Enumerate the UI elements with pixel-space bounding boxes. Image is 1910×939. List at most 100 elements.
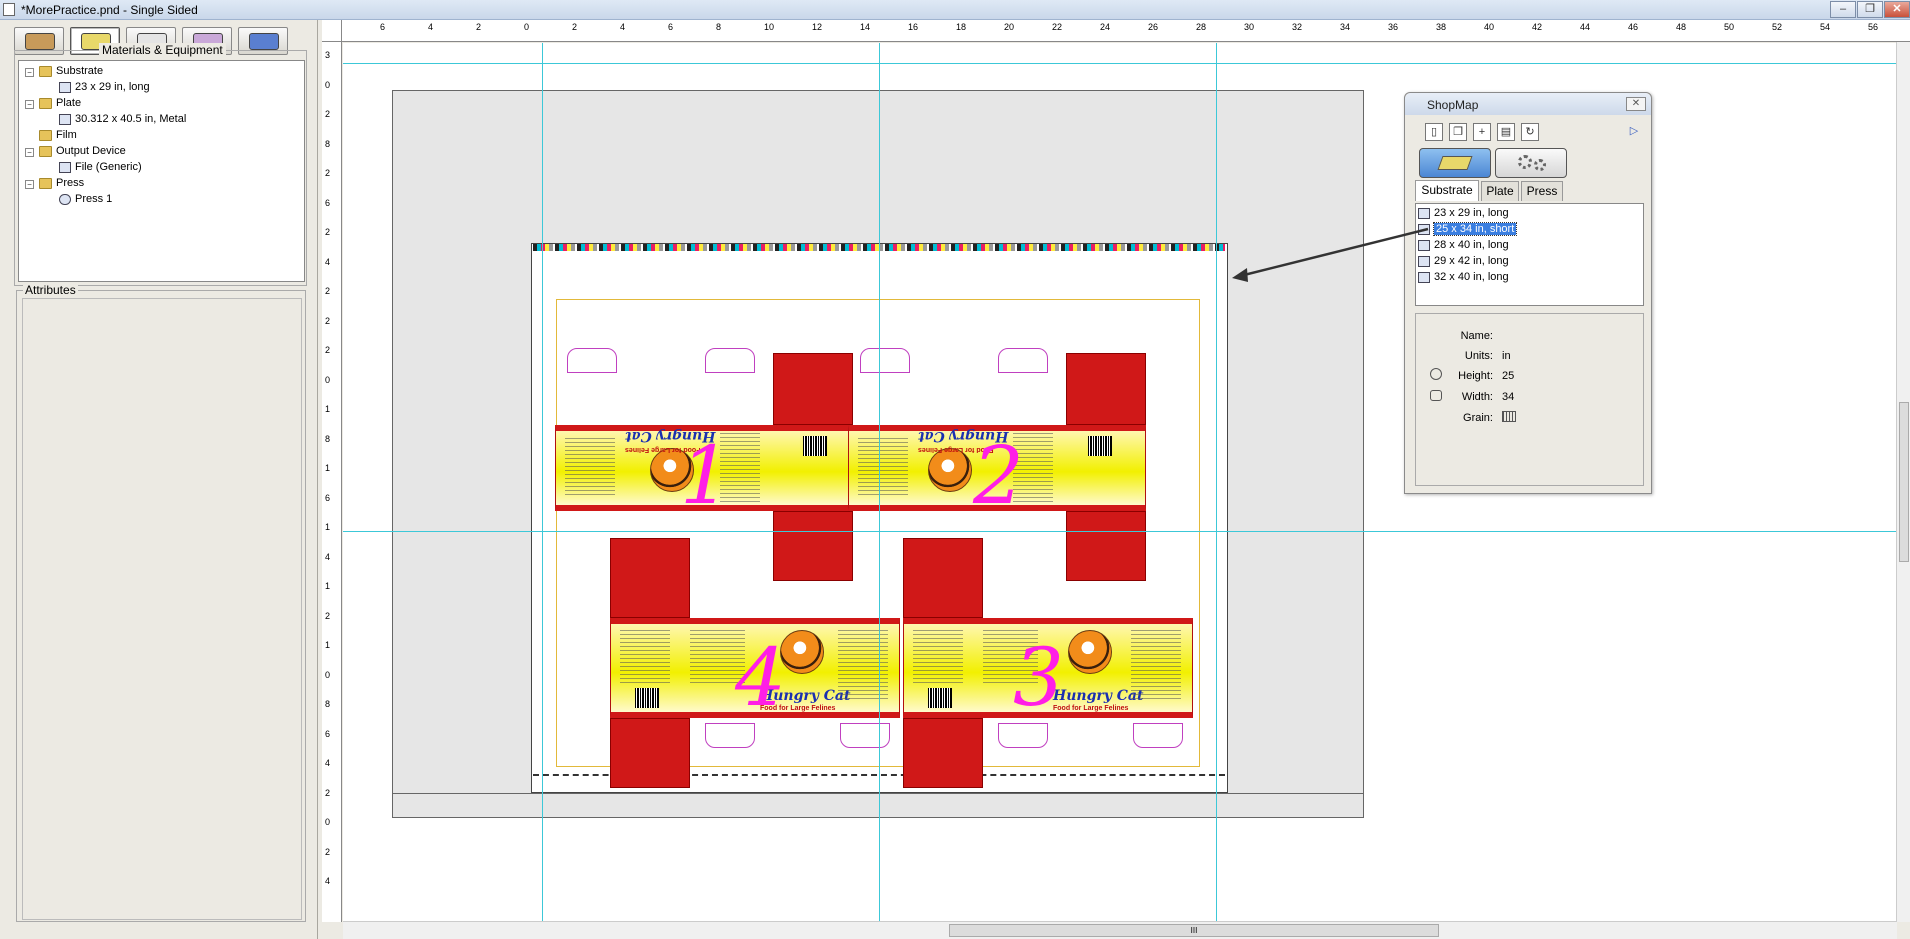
ruler-corner	[322, 20, 342, 42]
ruler-tick-label: 20	[1004, 22, 1015, 32]
collapse-toggle[interactable]: −	[25, 180, 34, 189]
tree-node-film[interactable]: Film	[39, 127, 77, 143]
vertical-scrollbar[interactable]	[1896, 42, 1910, 922]
carton-red-panel	[903, 718, 983, 788]
tree-node-label: 30.312 x 40.5 in, Metal	[75, 113, 187, 125]
ruler-tick-label: 40	[1484, 22, 1495, 32]
vertical-guide[interactable]	[879, 43, 880, 921]
tree-node-plate[interactable]: Plate	[39, 95, 81, 111]
list-item[interactable]: 23 x 29 in, long	[1418, 206, 1509, 221]
carton-text-block	[565, 438, 615, 498]
layout-canvas[interactable]: Hungry Cat Food for Large Felines 1 Hung…	[343, 43, 1897, 921]
materials-tree[interactable]: − Substrate 23 x 29 in, long − Plate 30.…	[18, 60, 305, 282]
carton-text-block	[1131, 630, 1181, 700]
tiger-logo-icon	[780, 630, 824, 674]
barcode-icon	[928, 688, 952, 708]
equipment-mode-button[interactable]	[1495, 148, 1567, 178]
tree-node-substrate[interactable]: Substrate	[39, 63, 103, 79]
tiger-logo-icon	[1068, 630, 1112, 674]
horizontal-guide[interactable]	[343, 63, 1897, 64]
substrate-list[interactable]: 23 x 29 in, long 25 x 34 in, short 28 x …	[1415, 203, 1644, 306]
tree-node-substrate-item[interactable]: 23 x 29 in, long	[59, 79, 150, 95]
collapse-toggle[interactable]: −	[25, 68, 34, 77]
carton-flap	[567, 348, 617, 373]
tiger-logo-icon	[928, 448, 972, 492]
vertical-guide[interactable]	[1216, 43, 1217, 921]
list-item-selected[interactable]: 25 x 34 in, short	[1418, 222, 1518, 237]
horizontal-scroll-thumb[interactable]: III	[949, 924, 1439, 937]
ruler-tick-label: 26	[1148, 22, 1159, 32]
carton-tagline: Food for Large Felines	[1053, 705, 1129, 712]
list-item[interactable]: 29 x 42 in, long	[1418, 254, 1509, 269]
maximize-button[interactable]: ❐	[1857, 1, 1883, 18]
horizontal-guide[interactable]	[343, 531, 1897, 532]
ruler-tick-label: 6	[380, 22, 386, 32]
play-icon[interactable]: ▷	[1625, 123, 1643, 141]
substrate-icon	[1418, 255, 1430, 267]
collapse-toggle[interactable]: −	[25, 100, 34, 109]
carton-1[interactable]: Hungry Cat Food for Large Felines 1	[555, 308, 853, 581]
tab-substrate[interactable]: Substrate	[1415, 180, 1479, 201]
ruler-tick-label: 38	[1436, 22, 1447, 32]
delete-icon[interactable]: ▤	[1497, 123, 1515, 141]
new-icon[interactable]: ▯	[1425, 123, 1443, 141]
ruler-tick-label: 10	[764, 22, 775, 32]
tree-node-press-item[interactable]: Press 1	[59, 191, 112, 207]
ruler-tick-label: 0	[325, 817, 331, 827]
attributes-title: Attributes	[23, 283, 78, 297]
ruler-tick-label: 4	[428, 22, 434, 32]
list-item[interactable]: 32 x 40 in, long	[1418, 270, 1509, 285]
collapse-toggle[interactable]: −	[25, 148, 34, 157]
shopmap-palette[interactable]: ShopMap ✕ ▯ ❐ + ▤ ↻ ▷ Substrate Plate Pr…	[1404, 92, 1652, 494]
shopmap-close-button[interactable]: ✕	[1626, 97, 1646, 111]
tree-node-plate-item[interactable]: 30.312 x 40.5 in, Metal	[59, 111, 186, 127]
vertical-guide[interactable]	[542, 43, 543, 921]
carton-4[interactable]: Hungry Cat Food for Large Felines 4	[610, 538, 900, 788]
tree-node-label: Film	[56, 129, 77, 141]
tree-node-press[interactable]: Press	[39, 175, 84, 191]
tree-node-output-item[interactable]: File (Generic)	[59, 159, 142, 175]
shopmap-title-bar[interactable]: ShopMap ✕	[1405, 93, 1651, 115]
carton-3[interactable]: Hungry Cat Food for Large Felines 3	[903, 538, 1199, 788]
press-gripper-area	[392, 793, 1364, 818]
tab-press[interactable]: Press	[1521, 181, 1563, 201]
carton-text-block	[620, 630, 670, 685]
horizontal-ruler: 6 4 2 0 2 4 6 8 10 12 14 16 18 20 22 24 26 28 30 32 34 36 38 40…	[322, 20, 1910, 42]
ruler-tick-label: 4	[325, 256, 331, 267]
carton-number: 4	[735, 631, 786, 724]
ruler-tick-label: 42	[1532, 22, 1543, 32]
carton-flap	[998, 348, 1048, 373]
list-item[interactable]: 28 x 40 in, long	[1418, 238, 1509, 253]
ruler-tick-label: 8	[325, 433, 331, 444]
ruler-tick-label: 0	[325, 669, 331, 680]
refresh-icon[interactable]: ↻	[1521, 123, 1539, 141]
ruler-tick-label: 22	[1052, 22, 1063, 32]
ruler-tick-label: 0	[524, 22, 530, 32]
ruler-tick-label: 1	[325, 581, 331, 591]
ruler-tick-label: 18	[956, 22, 967, 32]
tab-plate[interactable]: Plate	[1481, 181, 1519, 201]
vertical-scroll-thumb[interactable]	[1899, 402, 1909, 562]
tree-node-label: File (Generic)	[75, 161, 142, 173]
carton-number: 2	[973, 429, 1024, 522]
copy-icon[interactable]: ❐	[1449, 123, 1467, 141]
add-icon[interactable]: +	[1473, 123, 1491, 141]
width-label: Width:	[1461, 391, 1493, 403]
horizontal-scrollbar[interactable]: III	[343, 921, 1897, 939]
tree-node-output-device[interactable]: Output Device	[39, 143, 126, 159]
barcode-icon	[1088, 436, 1112, 456]
materials-title: Materials & Equipment	[99, 43, 226, 57]
substrate-icon	[1418, 271, 1430, 283]
materials-mode-button[interactable]	[1419, 148, 1491, 178]
ruler-tick-label: 46	[1628, 22, 1639, 32]
ruler-tick-label: 14	[860, 22, 871, 32]
folder-icon	[39, 129, 52, 141]
carton-text-block	[858, 438, 908, 498]
carton-flap	[705, 723, 755, 748]
carton-2[interactable]: Hungry Cat Food for Large Felines 2	[848, 308, 1148, 581]
minimize-button[interactable]: –	[1830, 1, 1856, 18]
close-button[interactable]: ✕	[1884, 1, 1910, 18]
folder-icon	[39, 97, 52, 109]
folder-icon	[39, 65, 52, 77]
grain-icon[interactable]	[1502, 411, 1516, 422]
